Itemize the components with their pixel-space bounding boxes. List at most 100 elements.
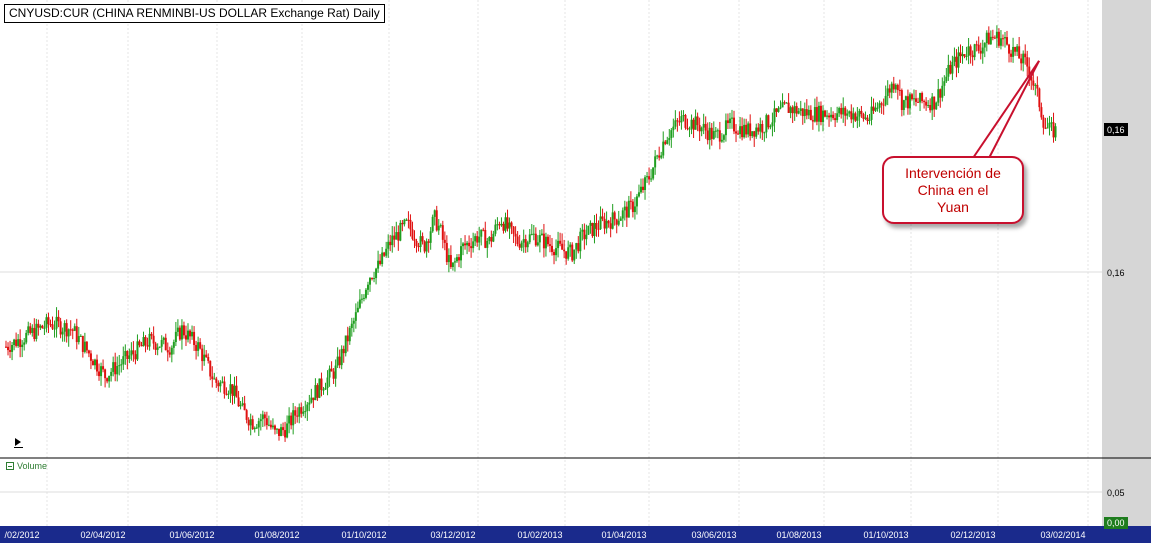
candle-body [443, 239, 446, 243]
candle-body [791, 107, 794, 114]
candle-body [387, 241, 390, 249]
candle-body [102, 366, 105, 370]
candle-body [39, 325, 42, 328]
candle-body [999, 38, 1002, 46]
candle-body [979, 50, 982, 54]
candle-body [31, 327, 34, 333]
candle-body [1050, 122, 1053, 124]
candle-body [664, 141, 667, 144]
candle-body [945, 76, 948, 82]
candle-body [178, 327, 181, 340]
candle-body [1026, 57, 1029, 67]
candle-body [985, 32, 988, 44]
candle-body [199, 342, 202, 349]
collapse-icon[interactable] [6, 462, 14, 470]
candle-body [933, 96, 936, 110]
candle-body [627, 200, 630, 218]
candle-body [128, 355, 131, 360]
candle-body [312, 397, 315, 401]
volume-legend[interactable]: Volume [6, 460, 47, 472]
candle-body [146, 345, 149, 347]
candle-body [706, 130, 709, 141]
x-tick-label: 01/08/2013 [776, 530, 821, 540]
candle-body [411, 229, 414, 239]
candle-body [144, 337, 147, 346]
candle-body [977, 44, 980, 51]
candle-body [162, 337, 165, 341]
candle-body [1018, 46, 1021, 59]
candle-body [29, 326, 32, 333]
candle-body [666, 140, 669, 144]
candle-body [917, 101, 920, 103]
candle-body [769, 126, 772, 128]
candle-body [286, 423, 289, 438]
candle-body [136, 341, 139, 360]
candle-body [821, 110, 824, 123]
candle-body [150, 333, 153, 336]
candle-body [437, 225, 440, 231]
candle-body [605, 220, 608, 229]
candle-body [59, 321, 62, 335]
candle-body [753, 131, 756, 137]
candle-body [288, 415, 291, 424]
candle-body [868, 119, 871, 121]
candle-body [492, 233, 495, 242]
candle-body [708, 127, 711, 141]
candle-body [316, 385, 319, 398]
candle-body [724, 120, 727, 136]
candle-body [824, 110, 827, 117]
candle-body [969, 46, 972, 56]
candle-body [75, 326, 78, 343]
candle-body [431, 216, 434, 232]
candle-body [502, 223, 505, 231]
candle-body [684, 115, 687, 128]
candle-body [690, 119, 693, 129]
candle-body [486, 240, 489, 248]
x-tick-label: 03/02/2014 [1040, 530, 1085, 540]
candle-body [751, 131, 754, 137]
candle-body [69, 329, 72, 331]
candle-body [457, 257, 460, 261]
candle-body [757, 127, 760, 132]
candle-body [170, 347, 173, 355]
candle-body [451, 262, 454, 267]
candle-body [79, 335, 82, 337]
candle-body [455, 257, 458, 262]
candle-body [292, 410, 295, 426]
candle-body [943, 81, 946, 86]
candle-body [324, 387, 327, 390]
candle-body [197, 342, 200, 351]
candle-body [532, 233, 535, 235]
candle-body [1032, 80, 1035, 86]
candle-body [888, 88, 891, 93]
candle-body [267, 424, 270, 426]
candle-body [989, 36, 992, 45]
candle-body [949, 64, 952, 74]
candle-body [439, 225, 442, 227]
candle-body [182, 325, 185, 336]
candle-body [662, 141, 665, 156]
candle-body [460, 246, 463, 261]
candle-body [1036, 84, 1039, 89]
play-icon[interactable] [12, 437, 24, 449]
candle-body [275, 428, 278, 430]
candle-body [745, 124, 748, 135]
candle-body [304, 410, 307, 412]
candle-body [332, 371, 335, 379]
candle-body [848, 111, 851, 114]
candle-body [261, 414, 264, 420]
candle-body [858, 110, 861, 117]
candle-body [233, 385, 236, 396]
candle-body [538, 235, 541, 243]
candle-body [710, 127, 713, 139]
candle-body [625, 206, 628, 218]
candle-body [797, 110, 800, 114]
candle-body [470, 246, 473, 249]
candle-body [633, 206, 636, 213]
candle-body [466, 242, 469, 246]
candle-body [77, 336, 80, 343]
candle-body [830, 114, 833, 118]
candle-body [939, 89, 942, 98]
candle-body [617, 220, 620, 225]
candle-body [953, 56, 956, 62]
